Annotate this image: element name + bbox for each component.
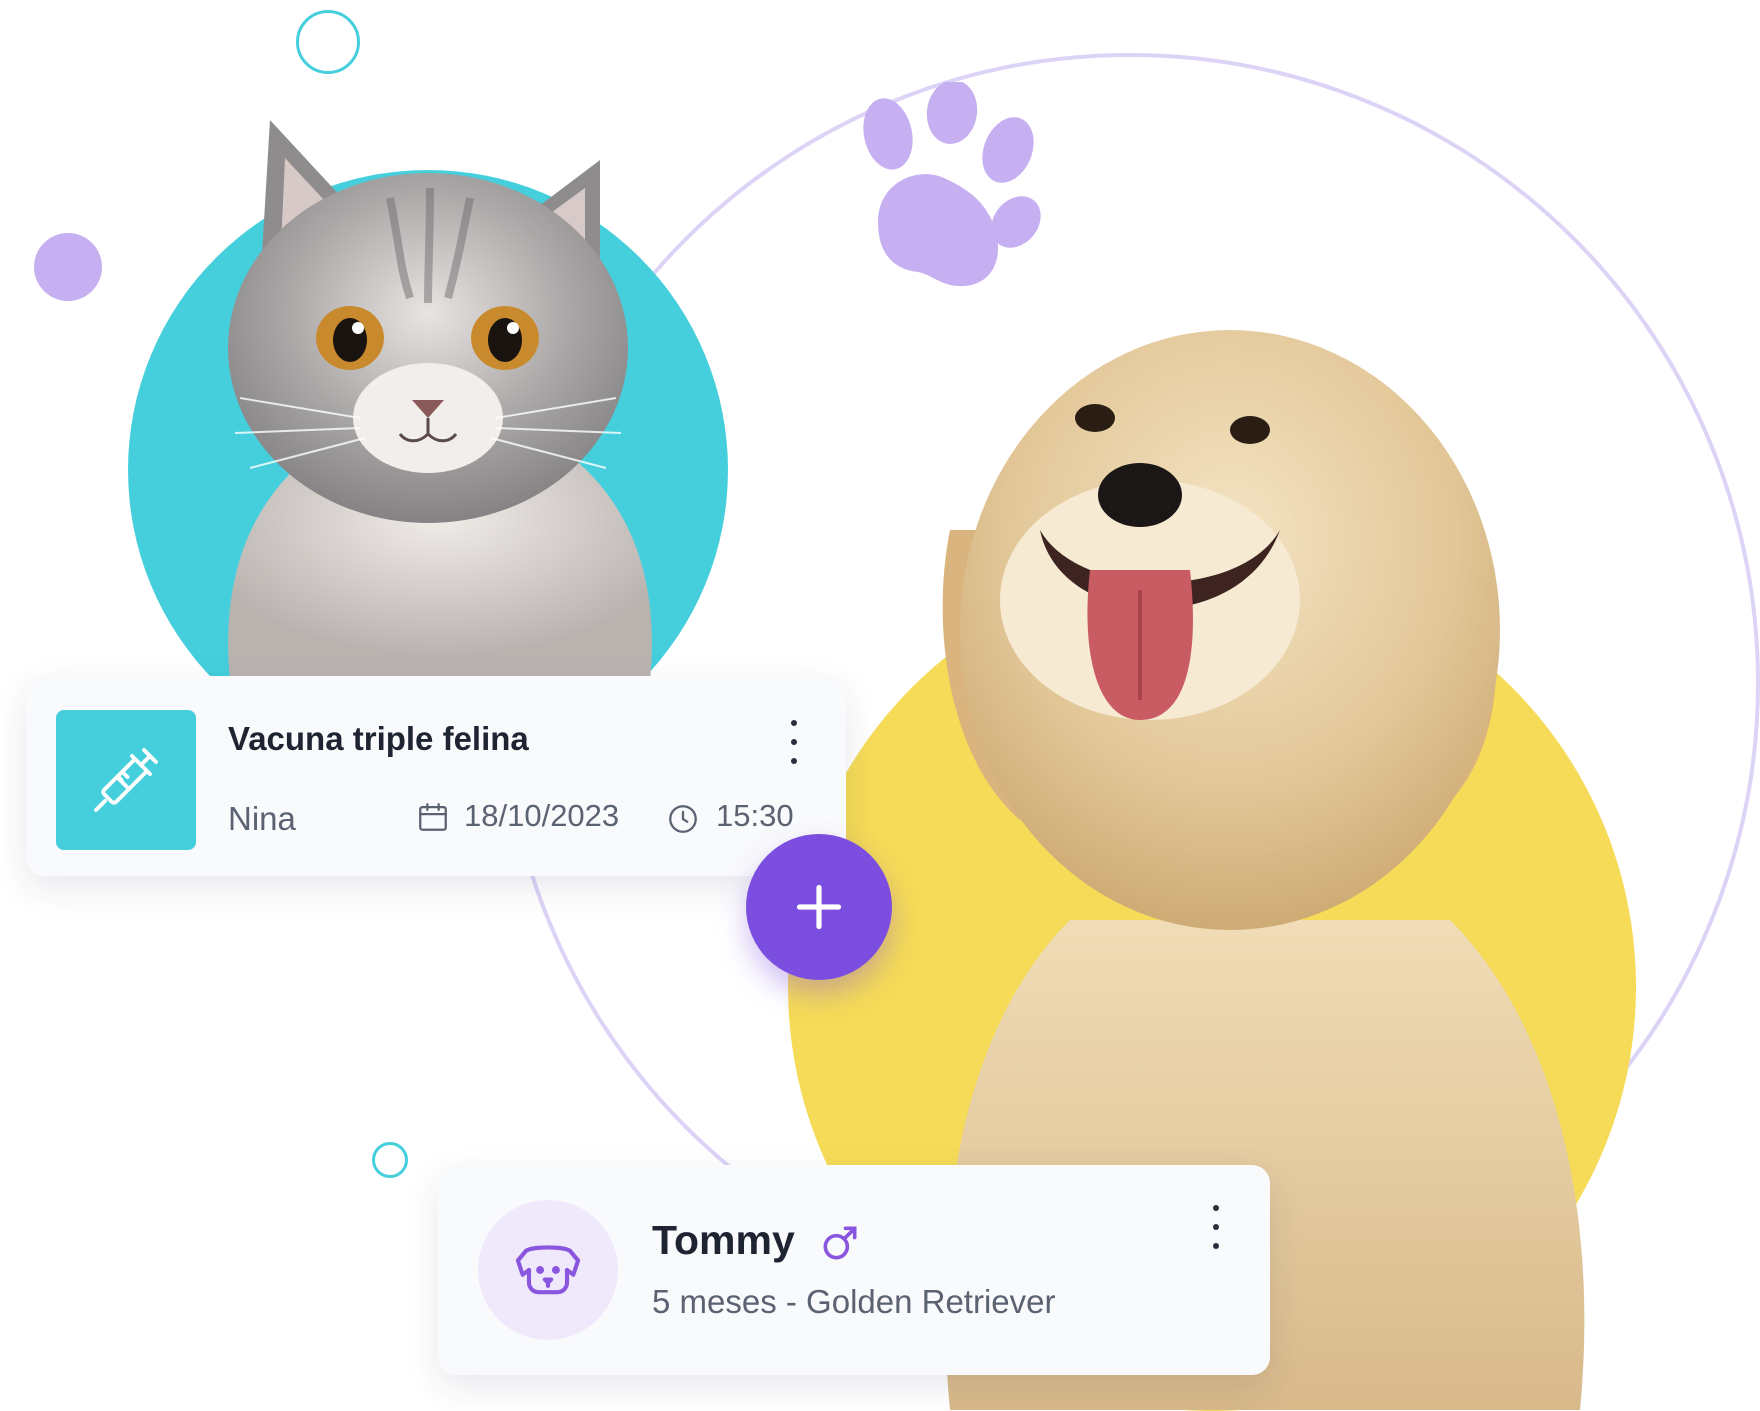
calendar-icon xyxy=(419,803,447,831)
avatar xyxy=(478,1200,618,1340)
syringe-icon xyxy=(94,748,158,812)
decorative-dot-purple xyxy=(34,233,102,301)
decorative-ring-teal xyxy=(296,10,360,74)
pet-card[interactable]: Tommy 5 meses - Golden Retriever xyxy=(438,1165,1270,1375)
plus-icon xyxy=(796,884,842,930)
add-button[interactable] xyxy=(746,834,892,980)
appointment-pet-name: Nina xyxy=(228,800,296,837)
appointment-time: 15:30 xyxy=(716,798,794,833)
appointment-date: 18/10/2023 xyxy=(464,798,620,833)
male-icon xyxy=(823,1226,857,1260)
pet-details: 5 meses - Golden Retriever xyxy=(652,1283,1056,1320)
more-vertical-icon[interactable] xyxy=(1206,1205,1226,1249)
appointment-card[interactable]: Vacuna triple felina Nina 18/10/2023 15:… xyxy=(26,676,846,876)
dog-face-icon xyxy=(515,1245,581,1295)
cat-photo xyxy=(228,120,652,680)
appointment-title: Vacuna triple felina xyxy=(228,720,529,757)
decorative-ring-teal-small xyxy=(372,1142,408,1178)
clock-icon xyxy=(669,805,697,833)
appointment-icon-tile xyxy=(56,710,196,850)
more-vertical-icon[interactable] xyxy=(784,720,804,764)
pet-name: Tommy xyxy=(652,1217,795,1263)
paw-print-icon xyxy=(863,82,1041,287)
